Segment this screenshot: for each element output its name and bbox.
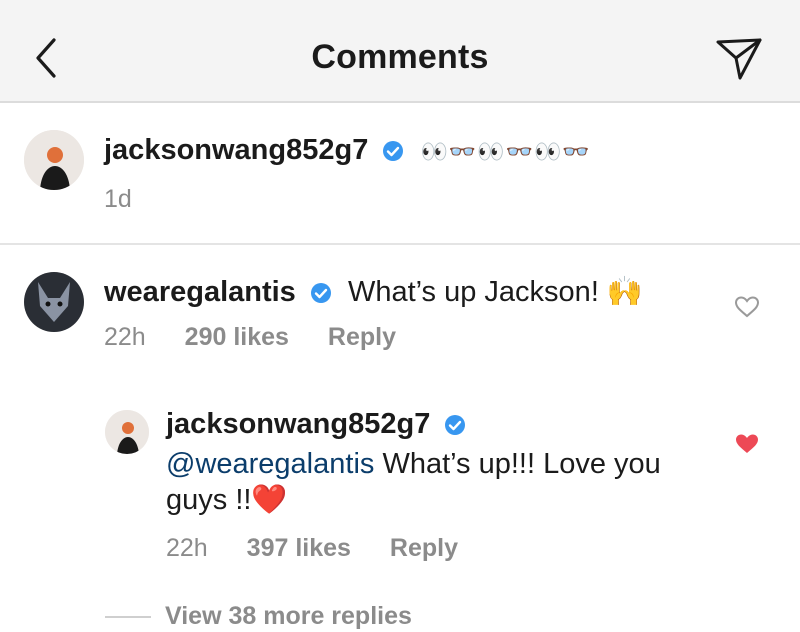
comment-likes[interactable]: 290 likes (185, 323, 289, 351)
share-button[interactable] (714, 34, 764, 84)
comment-like-button[interactable] (734, 295, 760, 324)
avatar-image (24, 272, 84, 332)
caption-username[interactable]: jacksonwang852g7 (104, 134, 368, 166)
caption-text: 👀👓👀👓👀👓 (420, 139, 591, 164)
reply-time: 22h (166, 534, 208, 562)
reply-reply-button[interactable]: Reply (390, 534, 458, 562)
caption-meta: 1d (104, 185, 164, 214)
comment-avatar[interactable] (24, 272, 84, 332)
avatar-image (105, 410, 149, 454)
verified-badge-icon (445, 415, 466, 436)
reply-avatar[interactable] (105, 410, 149, 454)
verified-badge-icon (310, 283, 331, 304)
comment-reply-button[interactable]: Reply (328, 323, 396, 351)
header-bar: Comments (0, 0, 800, 103)
view-more-line (105, 616, 151, 619)
paper-plane-icon (716, 38, 762, 80)
page-title: Comments (311, 38, 489, 76)
comment-line: wearegalantis What’s up Jackson! 🙌 (104, 275, 643, 309)
verified-badge-icon (383, 141, 404, 162)
reply-like-button[interactable] (734, 432, 760, 461)
comment-text: What’s up Jackson! 🙌 (347, 276, 644, 308)
reply-username-line: jacksonwang852g7 (166, 408, 474, 441)
comment-username[interactable]: wearegalantis (104, 276, 296, 308)
heart-outline-icon (734, 296, 760, 318)
reply-username[interactable]: jacksonwang852g7 (166, 408, 430, 440)
reply-mention[interactable]: @wearegalantis (166, 448, 374, 480)
reply-text: @wearegalantis What’s up!!! Love you guy… (166, 446, 686, 518)
avatar-image (24, 130, 84, 190)
caption-time: 1d (104, 185, 132, 213)
reply-likes[interactable]: 397 likes (247, 534, 351, 562)
caption-avatar[interactable] (24, 130, 84, 190)
view-more-label[interactable]: View 38 more replies (165, 602, 412, 630)
divider (0, 243, 800, 245)
comment-meta: 22h 290 likes Reply (104, 323, 428, 352)
reply-meta: 22h 397 likes Reply (166, 534, 490, 563)
caption-line: jacksonwang852g7 👀👓👀👓👀👓 (104, 134, 591, 167)
heart-filled-icon (736, 434, 758, 453)
comment-time: 22h (104, 323, 146, 351)
view-more-replies[interactable]: View 38 more replies (105, 602, 412, 631)
